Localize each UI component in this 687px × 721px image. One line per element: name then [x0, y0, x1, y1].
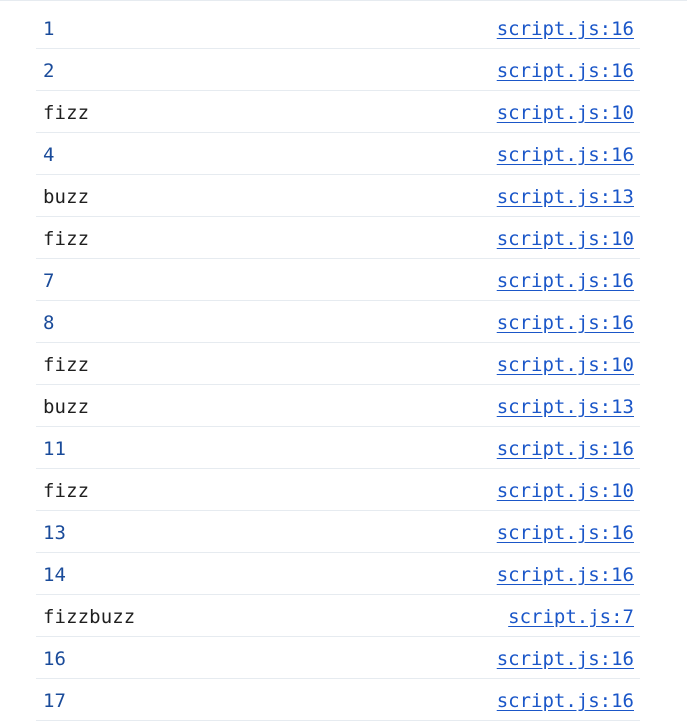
source-link[interactable]: script.js:10: [497, 103, 634, 123]
source-link[interactable]: script.js:16: [497, 439, 634, 459]
source-link[interactable]: script.js:16: [497, 649, 634, 669]
console-message-text: fizzbuzz: [43, 606, 136, 628]
console-message-text: fizz: [43, 480, 90, 502]
source-link[interactable]: script.js:13: [497, 187, 634, 207]
console-row: buzz script.js:13: [36, 385, 640, 427]
console-message-text: 11: [43, 438, 67, 460]
console-message-text: buzz: [43, 186, 90, 208]
console-row: 1 script.js:16: [36, 7, 640, 49]
console-row: 13 script.js:16: [36, 511, 640, 553]
source-link[interactable]: script.js:10: [497, 355, 634, 375]
console-row: 4 script.js:16: [36, 133, 640, 175]
console-message-text: 8: [43, 312, 55, 334]
source-link[interactable]: script.js:10: [497, 229, 634, 249]
source-link[interactable]: script.js:7: [508, 607, 634, 627]
console-panel: 1 script.js:16 2 script.js:16 fizz scrip…: [0, 0, 687, 721]
source-link[interactable]: script.js:13: [497, 397, 634, 417]
console-message-text: fizz: [43, 228, 90, 250]
console-row: 14 script.js:16: [36, 553, 640, 595]
console-message-text: 16: [43, 648, 67, 670]
console-row: fizz script.js:10: [36, 469, 640, 511]
console-row: fizz script.js:10: [36, 343, 640, 385]
source-link[interactable]: script.js:16: [497, 565, 634, 585]
console-top-divider: [0, 0, 687, 1]
console-message-text: 17: [43, 690, 67, 712]
source-link[interactable]: script.js:10: [497, 481, 634, 501]
console-row: 2 script.js:16: [36, 49, 640, 91]
console-message-text: 13: [43, 522, 67, 544]
source-link[interactable]: script.js:16: [497, 145, 634, 165]
console-row: 7 script.js:16: [36, 259, 640, 301]
console-messages: 1 script.js:16 2 script.js:16 fizz scrip…: [36, 7, 640, 721]
source-link[interactable]: script.js:16: [497, 313, 634, 333]
console-message-text: 7: [43, 270, 55, 292]
console-row: fizz script.js:10: [36, 217, 640, 259]
console-message-text: fizz: [43, 102, 90, 124]
console-row: fizzbuzz script.js:7: [36, 595, 640, 637]
console-row: 11 script.js:16: [36, 427, 640, 469]
console-row: fizz script.js:10: [36, 91, 640, 133]
console-message-text: fizz: [43, 354, 90, 376]
console-message-text: 14: [43, 564, 67, 586]
console-row: 8 script.js:16: [36, 301, 640, 343]
console-message-text: 2: [43, 60, 55, 82]
source-link[interactable]: script.js:16: [497, 271, 634, 291]
source-link[interactable]: script.js:16: [497, 61, 634, 81]
console-row: buzz script.js:13: [36, 175, 640, 217]
source-link[interactable]: script.js:16: [497, 691, 634, 711]
console-row: 16 script.js:16: [36, 637, 640, 679]
console-message-text: 1: [43, 18, 55, 40]
source-link[interactable]: script.js:16: [497, 19, 634, 39]
console-message-text: 4: [43, 144, 55, 166]
console-row: 17 script.js:16: [36, 679, 640, 721]
console-message-text: buzz: [43, 396, 90, 418]
source-link[interactable]: script.js:16: [497, 523, 634, 543]
